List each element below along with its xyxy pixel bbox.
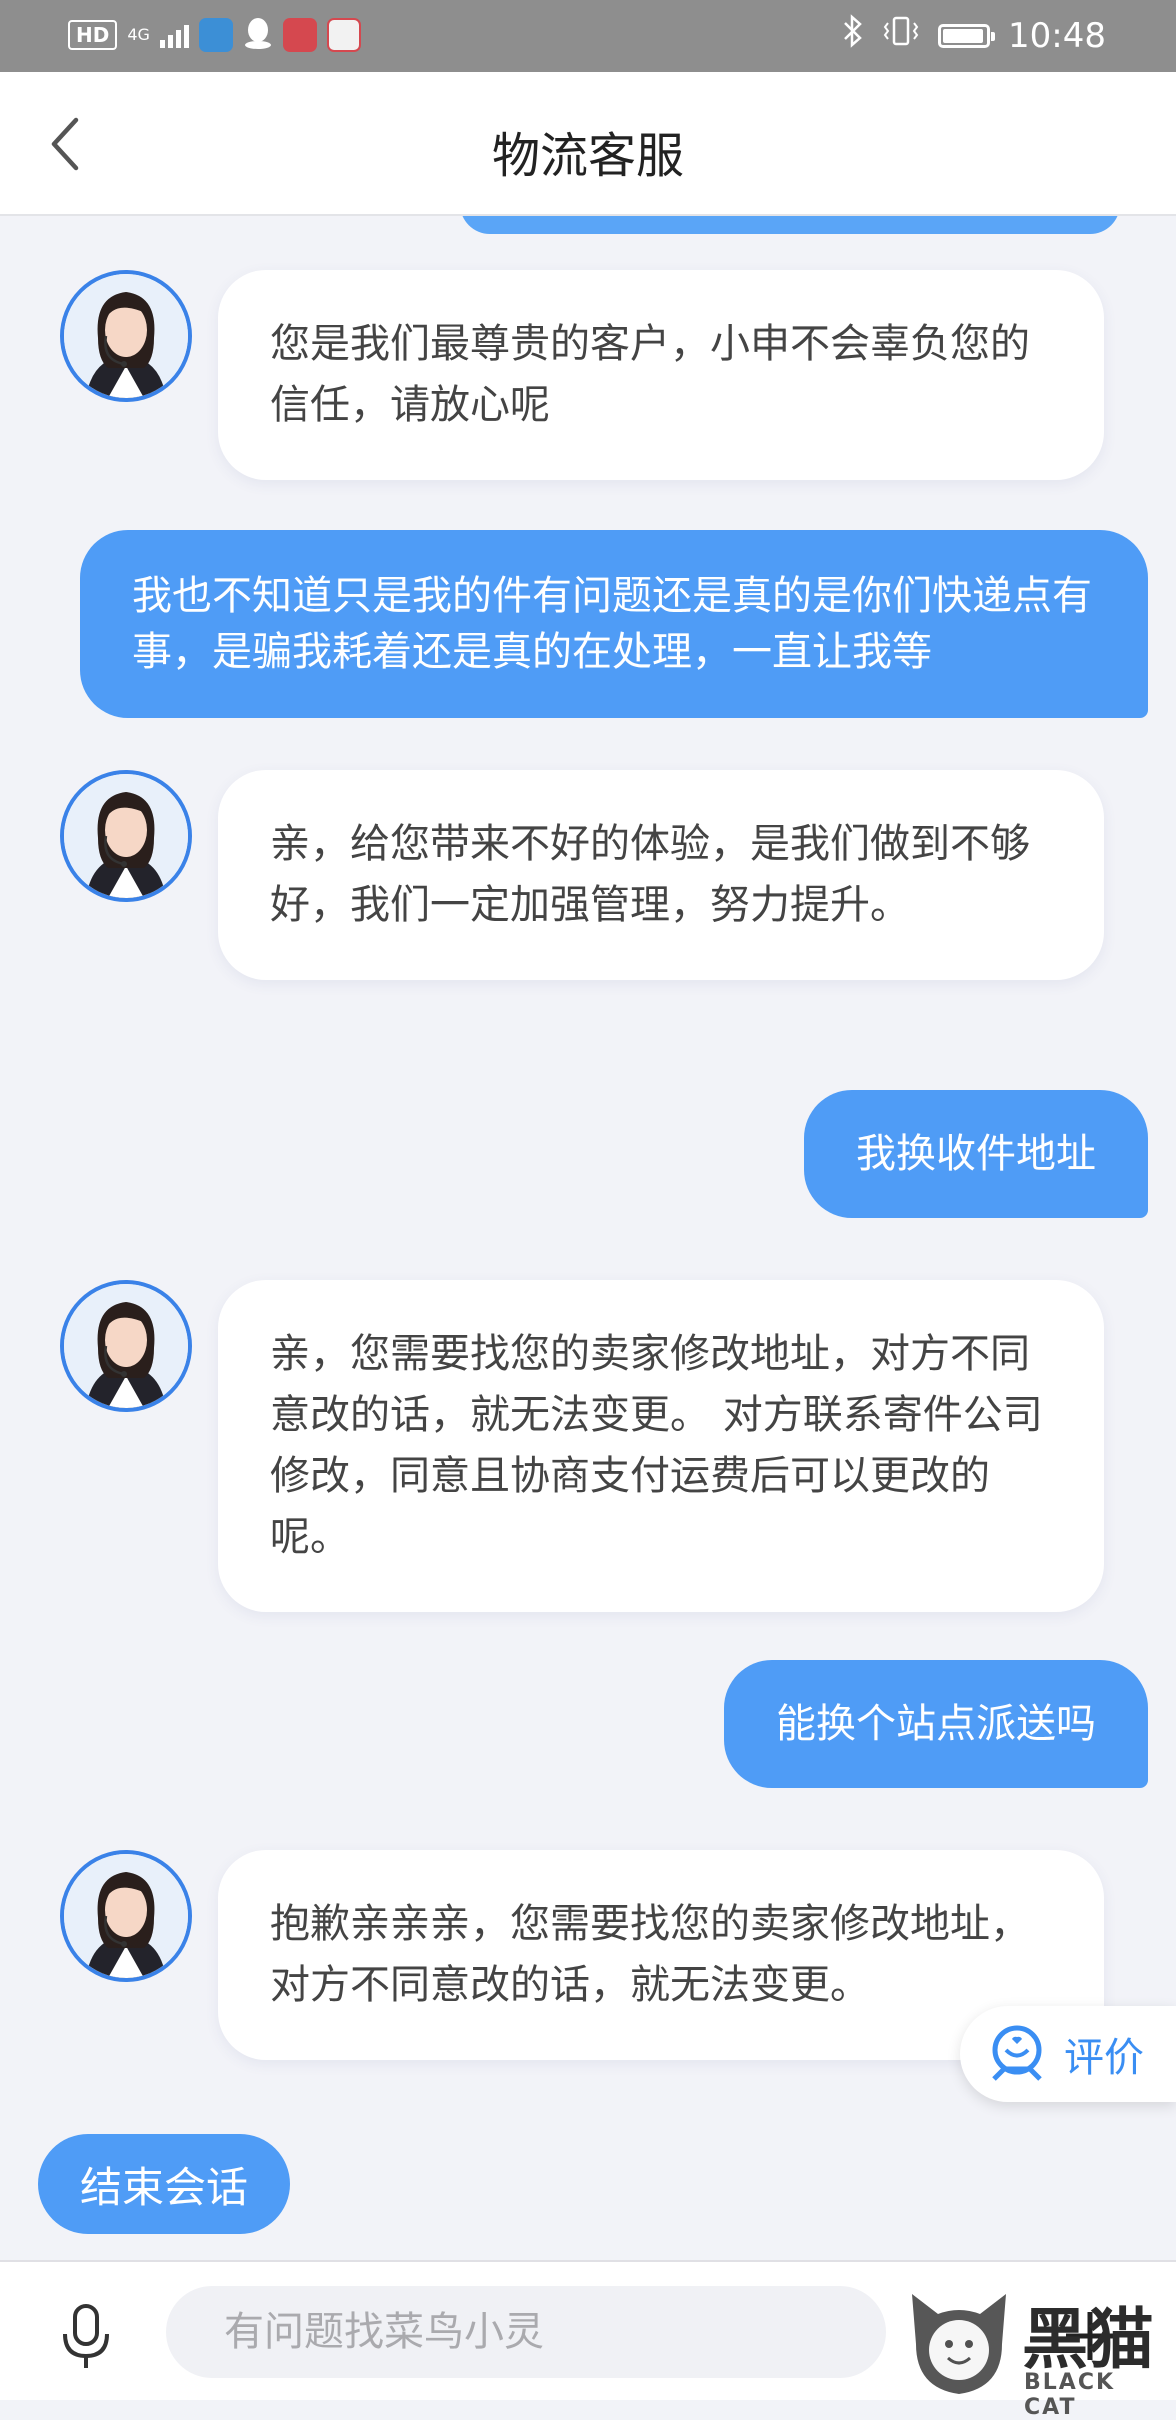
review-robot-icon <box>992 2025 1042 2081</box>
app-header: 物流客服 <box>0 72 1176 216</box>
app-notification-icon <box>282 18 317 52</box>
watermark-sub: BLACK CAT <box>1024 2370 1116 2420</box>
watermark-brand: 黑猫 <box>1022 2301 1154 2378</box>
agent-avatar[interactable] <box>60 270 192 402</box>
agent-message: 您是我们最尊贵的客户，小申不会辜负您的信任，请放心呢 <box>218 270 1104 480</box>
user-message: 我换收件地址 <box>804 1090 1148 1218</box>
app-notification-icon <box>326 18 361 52</box>
network-type: 4G <box>127 25 150 44</box>
status-right: 10:48 <box>842 14 1106 57</box>
status-left: HD 4G <box>68 16 361 54</box>
qq-icon <box>243 16 273 54</box>
voice-input-button[interactable] <box>56 2302 116 2372</box>
end-session-button[interactable]: 结束会话 <box>38 2134 290 2234</box>
battery-level <box>943 28 983 43</box>
agent-avatar[interactable] <box>60 1850 192 1982</box>
previous-user-bubble <box>460 216 1120 234</box>
user-message: 我也不知道只是我的件有问题还是真的是你们快递点有事，是骗我耗着还是真的在处理，一… <box>80 530 1148 718</box>
battery-icon <box>938 23 996 48</box>
status-bar: HD 4G 10:48 <box>0 0 1176 72</box>
black-cat-logo-icon <box>912 2294 1006 2394</box>
vibrate-icon <box>882 15 920 56</box>
bluetooth-icon <box>842 14 864 57</box>
review-button[interactable]: 评价 <box>960 2006 1176 2102</box>
agent-message: 亲，给您带来不好的体验，是我们做到不够好，我们一定加强管理，努力提升。 <box>218 770 1104 980</box>
message-input[interactable] <box>166 2286 886 2378</box>
chat-area[interactable]: 您是我们最尊贵的客户，小申不会辜负您的信任，请放心呢 我也不知道只是我的件有问题… <box>0 216 1176 2260</box>
user-message: 能换个站点派送吗 <box>724 1660 1148 1788</box>
signal-icon <box>159 22 189 48</box>
page-title: 物流客服 <box>491 128 684 184</box>
agent-avatar[interactable] <box>60 1280 192 1412</box>
app-notification-icon <box>198 18 233 52</box>
review-label: 评价 <box>1064 2035 1144 2081</box>
hd-badge: HD <box>68 20 118 50</box>
microphone-icon <box>63 2304 109 2368</box>
agent-message: 亲，您需要找您的卖家修改地址，对方不同意改的话，就无法变更。 对方联系寄件公司修… <box>218 1280 1104 1612</box>
clock: 10:48 <box>1008 15 1106 56</box>
agent-avatar[interactable] <box>60 770 192 902</box>
